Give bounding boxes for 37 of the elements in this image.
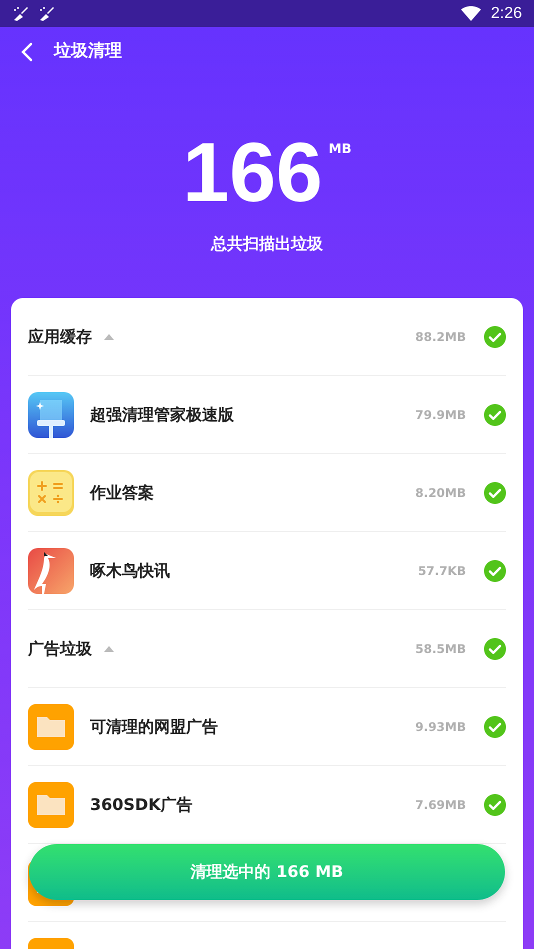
item-size: 57.7KB [418,562,466,580]
category-size: 88.2MB [415,328,466,346]
amount-unit: MB [328,141,352,159]
status-time: 2:26 [490,4,522,24]
checkmark-icon[interactable] [484,326,506,348]
item-size: 9.93MB [415,718,466,736]
category-size: 58.5MB [415,640,466,658]
item-name: 作业答案 [90,482,154,504]
summary-caption: 总共扫描出垃圾 [211,233,323,255]
collapse-caret-icon[interactable] [104,334,114,340]
checkmark-icon[interactable] [484,482,506,504]
broom-app-icon [28,392,74,438]
folder-icon [28,704,74,750]
checkmark-icon[interactable] [484,794,506,816]
wifi-icon [460,6,481,21]
heron-app-icon [28,548,74,594]
checkmark-icon[interactable] [484,560,506,582]
category-title[interactable]: 广告垃圾 [28,636,92,660]
item-name: 360SDK广告 [90,794,193,816]
checkmark-icon[interactable] [484,638,506,660]
item-name: 可清理的网盟广告 [90,716,218,738]
back-icon[interactable] [20,42,34,62]
checkmark-icon[interactable] [484,404,506,426]
page-title: 垃圾清理 [54,40,122,64]
item-size: 8.20MB [415,484,466,502]
collapse-caret-icon[interactable] [104,646,114,652]
broom-icon [12,6,30,22]
broom-icon [38,6,56,22]
total-amount: 166 [182,130,323,214]
folder-icon [28,782,74,828]
calculator-app-icon [28,470,74,516]
category-title[interactable]: 应用缓存 [28,324,92,348]
item-name: 超强清理管家极速版 [90,404,234,426]
checkmark-icon[interactable] [484,716,506,738]
item-size: 7.69MB [415,796,466,814]
item-name: 啄木鸟快讯 [90,560,170,582]
item-size: 79.9MB [415,406,466,424]
